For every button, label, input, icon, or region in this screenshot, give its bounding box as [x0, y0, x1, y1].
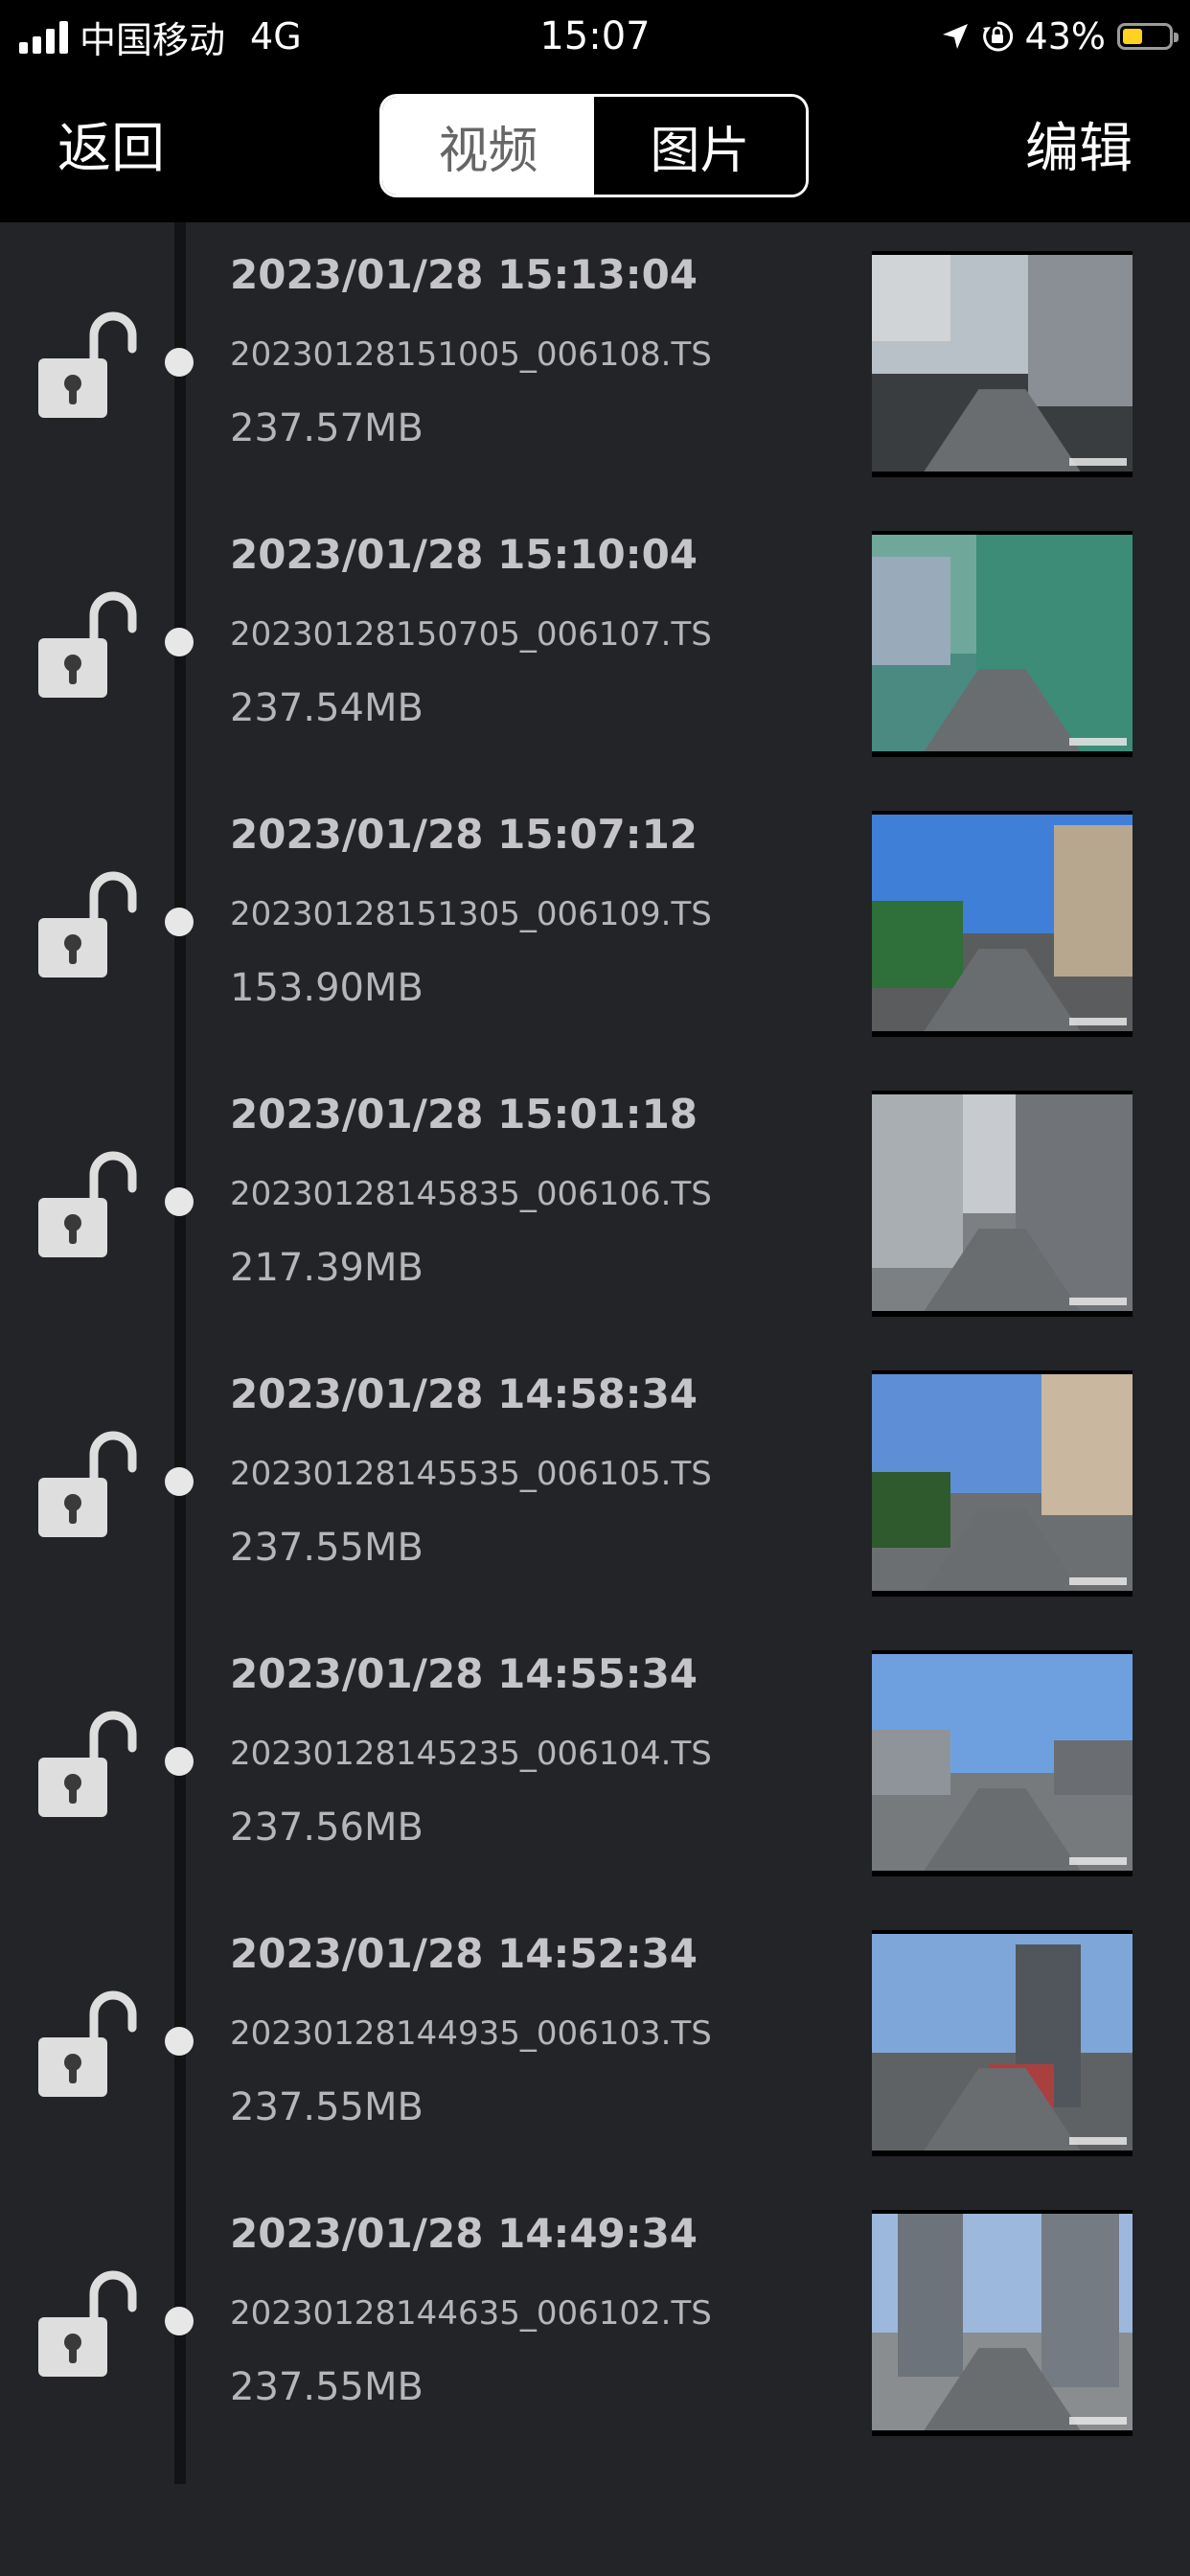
back-button[interactable]: 返回: [57, 111, 165, 188]
unlocked-padlock-icon[interactable]: [34, 1146, 140, 1261]
recording-datetime: 2023/01/28 14:55:34: [230, 1650, 698, 1697]
recording-datetime: 2023/01/28 15:01:18: [230, 1091, 698, 1138]
timeline-dot: [165, 2027, 194, 2056]
recording-filesize: 237.56MB: [230, 1806, 423, 1850]
video-list-item[interactable]: 2023/01/28 14:58:34 20230128145535_006105…: [0, 1342, 1190, 1622]
timeline-dot: [165, 1187, 194, 1216]
recording-filename: 20230128145835_006106.TS: [230, 1175, 712, 1213]
timeline-dot: [165, 908, 194, 936]
video-thumbnail[interactable]: [872, 251, 1133, 477]
recording-filename: 20230128151005_006108.TS: [230, 335, 712, 374]
recording-datetime: 2023/01/28 15:13:04: [230, 251, 698, 298]
battery-tip: [1174, 33, 1179, 42]
unlocked-padlock-icon[interactable]: [34, 586, 140, 702]
tab-video[interactable]: 视频: [382, 97, 594, 195]
nav-bar: 返回 视频 图片 编辑: [0, 75, 1190, 222]
tab-photo[interactable]: 图片: [594, 97, 806, 195]
battery-percent: 43%: [1024, 15, 1106, 58]
timeline-dot: [165, 1467, 194, 1496]
recording-filename: 20230128145235_006104.TS: [230, 1735, 712, 1773]
recording-filename: 20230128144635_006102.TS: [230, 2294, 712, 2333]
video-thumbnail[interactable]: [872, 1370, 1133, 1597]
recording-filesize: 237.54MB: [230, 686, 423, 730]
recording-filename: 20230128151305_006109.TS: [230, 895, 712, 933]
recording-datetime: 2023/01/28 14:49:34: [230, 2210, 698, 2257]
recording-filesize: 237.55MB: [230, 1526, 423, 1570]
video-thumbnail[interactable]: [872, 1650, 1133, 1876]
recording-datetime: 2023/01/28 14:58:34: [230, 1370, 698, 1417]
video-thumbnail[interactable]: [872, 1091, 1133, 1317]
video-list-item[interactable]: 2023/01/28 15:07:12 20230128151305_006109…: [0, 782, 1190, 1062]
recording-filesize: 217.39MB: [230, 1246, 423, 1290]
location-arrow-icon: [942, 24, 968, 49]
timeline-dot: [165, 628, 194, 656]
status-right: 43%: [941, 12, 1179, 61]
unlocked-padlock-icon[interactable]: [34, 307, 140, 422]
timeline-dot: [165, 348, 194, 377]
video-thumbnail[interactable]: [872, 811, 1133, 1037]
header-area: 中国移动 4G 15:07 43% 返回 视频 图片 编辑: [0, 0, 1190, 222]
video-list-item[interactable]: 2023/01/28 15:10:04 20230128150705_006107…: [0, 502, 1190, 782]
unlocked-padlock-icon[interactable]: [34, 866, 140, 981]
status-bar: 中国移动 4G 15:07 43%: [0, 0, 1190, 75]
recording-filesize: 237.55MB: [230, 2365, 423, 2409]
timeline-dot: [165, 2307, 194, 2335]
unlocked-padlock-icon[interactable]: [34, 1426, 140, 1541]
orientation-lock-icon: [982, 21, 1013, 52]
recording-filesize: 237.57MB: [230, 406, 423, 450]
unlocked-padlock-icon[interactable]: [34, 1706, 140, 1821]
edit-button[interactable]: 编辑: [1025, 111, 1133, 188]
video-list-item[interactable]: 2023/01/28 14:52:34 20230128144935_006103…: [0, 1901, 1190, 2181]
unlocked-padlock-icon[interactable]: [34, 2266, 140, 2380]
video-thumbnail[interactable]: [872, 2210, 1133, 2436]
battery-icon: [1117, 23, 1179, 50]
recording-filename: 20230128144935_006103.TS: [230, 2014, 712, 2053]
video-list-item[interactable]: 2023/01/28 15:01:18 20230128145835_006106…: [0, 1062, 1190, 1342]
media-type-segmented-control: 视频 图片: [379, 94, 809, 197]
recording-datetime: 2023/01/28 15:07:12: [230, 811, 698, 858]
recording-filename: 20230128145535_006105.TS: [230, 1455, 712, 1493]
video-list-item[interactable]: 2023/01/28 14:55:34 20230128145235_006104…: [0, 1622, 1190, 1901]
video-list-item[interactable]: 2023/01/28 15:13:04 20230128151005_006108…: [0, 222, 1190, 502]
battery-fill: [1123, 29, 1142, 44]
video-list-item[interactable]: 2023/01/28 14:49:34 20230128144635_006102…: [0, 2181, 1190, 2461]
video-thumbnail[interactable]: [872, 531, 1133, 757]
video-list-screen: 中国移动 4G 15:07 43% 返回 视频 图片 编辑 2023/01/28…: [0, 0, 1190, 2576]
recording-filename: 20230128150705_006107.TS: [230, 615, 712, 654]
recording-filesize: 153.90MB: [230, 966, 423, 1010]
video-thumbnail[interactable]: [872, 1930, 1133, 2156]
recording-filesize: 237.55MB: [230, 2085, 423, 2129]
recording-datetime: 2023/01/28 14:52:34: [230, 1930, 698, 1977]
unlocked-padlock-icon[interactable]: [34, 1986, 140, 2101]
timeline-dot: [165, 1747, 194, 1776]
recording-datetime: 2023/01/28 15:10:04: [230, 531, 698, 578]
